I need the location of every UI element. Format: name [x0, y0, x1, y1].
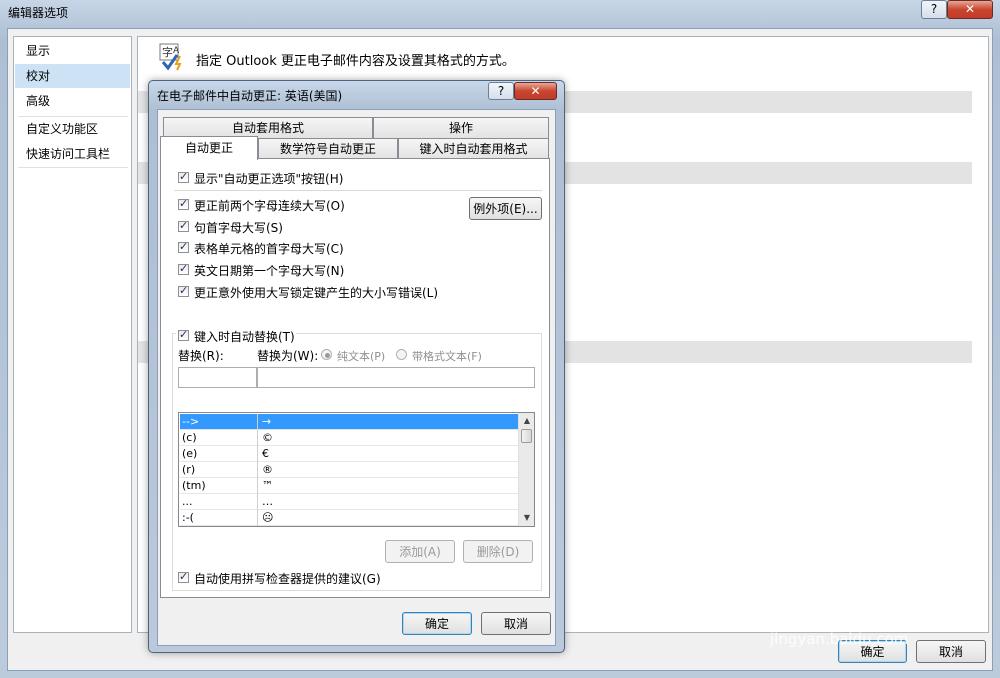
- replace-label: 替换(R):: [178, 349, 224, 363]
- list-scrollbar[interactable]: ▲ ▼: [518, 413, 534, 526]
- tab-autocorrect[interactable]: 自动更正: [160, 136, 258, 160]
- svg-text:字: 字: [162, 45, 173, 59]
- dialog-title: 在电子邮件中自动更正: 英语(美国): [157, 89, 343, 103]
- watermark-brand: Bai du 经验: [760, 594, 961, 634]
- list-item[interactable]: (c) ©: [180, 430, 518, 446]
- help-button[interactable]: ?: [921, 0, 947, 19]
- formatted-text-radio[interactable]: [396, 349, 407, 360]
- replace-input[interactable]: [178, 367, 257, 388]
- replace-as-you-type-label: 键入时自动替换(T): [194, 330, 295, 344]
- close-button[interactable]: ✕: [947, 0, 993, 19]
- tab-autoformat[interactable]: 自动套用格式: [163, 117, 373, 138]
- help-icon: ?: [930, 2, 938, 16]
- formatted-text-label: 带格式文本(F): [412, 350, 482, 363]
- caps-lock-label: 更正意外使用大写锁定键产生的大小写错误(L): [194, 286, 439, 300]
- day-names-caps-label: 英文日期第一个字母大写(N): [194, 264, 345, 278]
- two-initial-caps-checkbox[interactable]: [178, 197, 189, 210]
- dialog-help-button[interactable]: ?: [488, 82, 514, 100]
- tab-actions[interactable]: 操作: [373, 117, 549, 138]
- outer-cancel-button[interactable]: 取消: [916, 640, 986, 663]
- replace-as-you-type-checkbox[interactable]: [178, 328, 189, 341]
- proofing-header-text: 指定 Outlook 更正电子邮件内容及设置其格式的方式。: [196, 54, 515, 69]
- nav-item-advanced[interactable]: 高级: [15, 89, 130, 113]
- close-icon: ✕: [530, 84, 541, 98]
- nav-item-quick-access[interactable]: 快速访问工具栏: [15, 142, 130, 166]
- option-separator: [174, 190, 542, 191]
- add-button[interactable]: 添加(A): [385, 540, 455, 563]
- scroll-thumb[interactable]: [521, 429, 532, 443]
- two-initial-caps-label: 更正前两个字母连续大写(O): [194, 199, 345, 213]
- exceptions-button[interactable]: 例外项(E)...: [469, 197, 542, 220]
- spellchecker-suggestions-label: 自动使用拼写检查器提供的建议(G): [194, 572, 381, 586]
- list-item[interactable]: (e) €: [180, 446, 518, 462]
- close-icon: ✕: [964, 2, 976, 16]
- delete-button[interactable]: 删除(D): [463, 540, 533, 563]
- scroll-down-icon[interactable]: ▼: [519, 510, 534, 526]
- with-label: 替换为(W):: [257, 349, 319, 363]
- caps-lock-checkbox[interactable]: [178, 284, 189, 297]
- list-item[interactable]: (r) ®: [180, 462, 518, 478]
- scroll-up-icon[interactable]: ▲: [519, 413, 534, 429]
- category-nav: 显示 校对 高级 自定义功能区 快速访问工具栏: [13, 36, 132, 633]
- tab-autoformat-as-you-type[interactable]: 键入时自动套用格式: [398, 138, 549, 159]
- dialog-close-button[interactable]: ✕: [514, 82, 557, 100]
- replacement-list[interactable]: --> → (c) © (e) € (r) ® (tm) ™ ...… :-(☹ ▲ ▼: [178, 412, 535, 527]
- show-options-label: 显示"自动更正选项"按钮(H): [194, 172, 344, 186]
- svg-text:A: A: [173, 46, 180, 56]
- dialog-ok-button[interactable]: 确定: [402, 612, 472, 635]
- sentence-caps-label: 句首字母大写(S): [194, 221, 283, 235]
- list-item[interactable]: ...…: [180, 494, 518, 510]
- watermark-url: jingyan.baidu.com: [770, 630, 909, 648]
- plain-text-radio[interactable]: [321, 349, 332, 360]
- table-cell-caps-label: 表格单元格的首字母大写(C): [194, 242, 344, 256]
- nav-item-customize-ribbon[interactable]: 自定义功能区: [15, 117, 130, 141]
- window-title: 编辑器选项: [8, 6, 69, 20]
- list-item[interactable]: :-(☹: [180, 510, 518, 526]
- plain-text-label: 纯文本(P): [337, 350, 386, 363]
- sentence-caps-checkbox[interactable]: [178, 219, 189, 232]
- show-options-checkbox[interactable]: [178, 170, 189, 183]
- tab-math-autocorrect[interactable]: 数学符号自动更正: [258, 138, 398, 159]
- table-cell-caps-checkbox[interactable]: [178, 240, 189, 253]
- nav-item-display[interactable]: 显示: [15, 39, 130, 63]
- dialog-cancel-button[interactable]: 取消: [481, 612, 551, 635]
- proofing-abc-icon: 字 A: [159, 43, 187, 71]
- nav-separator: [18, 167, 128, 168]
- spellchecker-suggestions-checkbox[interactable]: [178, 570, 189, 583]
- with-input[interactable]: [257, 367, 535, 388]
- help-icon: ?: [497, 84, 505, 98]
- day-names-caps-checkbox[interactable]: [178, 262, 189, 275]
- list-item[interactable]: (tm) ™: [180, 478, 518, 494]
- list-item[interactable]: --> →: [180, 414, 518, 430]
- nav-item-proofing[interactable]: 校对: [15, 64, 130, 88]
